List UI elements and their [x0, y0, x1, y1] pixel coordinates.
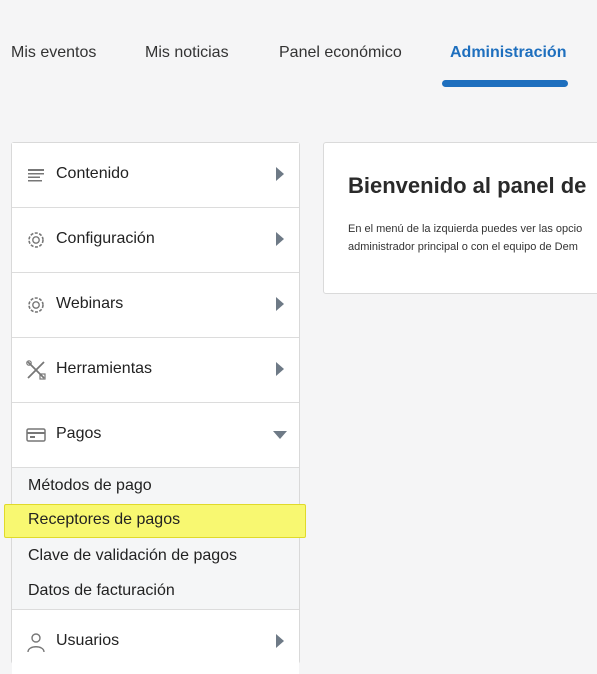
active-tab-indicator: [442, 80, 568, 87]
chevron-right-icon: [276, 362, 284, 376]
sidebar-menu: Contenido Configuración Webinars Herrami…: [11, 142, 300, 674]
top-nav-tabs: Mis eventos Mis noticias Panel económico…: [0, 0, 597, 100]
tab-mis-eventos[interactable]: Mis eventos: [11, 44, 96, 62]
chevron-right-icon: [276, 297, 284, 311]
gear-icon: [28, 297, 44, 313]
sidebar-item-label: Configuración: [56, 230, 155, 247]
pagos-submenu: Métodos de pago Receptores de pagos Clav…: [12, 468, 299, 610]
chevron-right-icon: [276, 232, 284, 246]
sidebar-item-contenido[interactable]: Contenido: [12, 143, 299, 208]
chevron-right-icon: [276, 167, 284, 181]
panel-title: Bienvenido al panel de: [348, 173, 587, 198]
sidebar-item-webinars[interactable]: Webinars: [12, 273, 299, 338]
sidebar-item-usuarios[interactable]: Usuarios: [12, 610, 299, 674]
sidebar-item-label: Webinars: [56, 295, 124, 312]
card-icon: [26, 428, 46, 442]
tab-panel-economico[interactable]: Panel económico: [279, 44, 402, 62]
sidebar-item-label: Contenido: [56, 165, 129, 182]
sidebar-item-label: Pagos: [56, 425, 102, 442]
submenu-datos-de-facturacion[interactable]: Datos de facturación: [28, 582, 175, 600]
tools-icon: [26, 360, 46, 380]
gear-icon: [28, 232, 44, 248]
chevron-down-icon: [273, 431, 287, 439]
sidebar-item-herramientas[interactable]: Herramientas: [12, 338, 299, 403]
submenu-clave-de-validacion[interactable]: Clave de validación de pagos: [28, 547, 237, 565]
panel-text-line-2: administrador principal o con el equipo …: [348, 241, 578, 253]
sidebar-item-configuracion[interactable]: Configuración: [12, 208, 299, 273]
tab-mis-noticias[interactable]: Mis noticias: [145, 44, 229, 62]
sidebar-item-label: Herramientas: [56, 360, 153, 377]
sidebar-item-label: Usuarios: [56, 632, 120, 649]
submenu-metodos-de-pago[interactable]: Métodos de pago: [28, 477, 152, 495]
tab-administracion[interactable]: Administración: [450, 44, 566, 62]
submenu-receptores-de-pagos-highlighted[interactable]: Receptores de pagos: [28, 511, 180, 529]
panel-text-line-1: En el menú de la izquierda puedes ver la…: [348, 223, 583, 235]
sidebar-item-pagos[interactable]: Pagos: [12, 403, 299, 468]
welcome-panel: Bienvenido al panel de En el menú de la …: [323, 142, 597, 294]
user-icon: [27, 633, 45, 653]
list-icon: [28, 169, 44, 182]
